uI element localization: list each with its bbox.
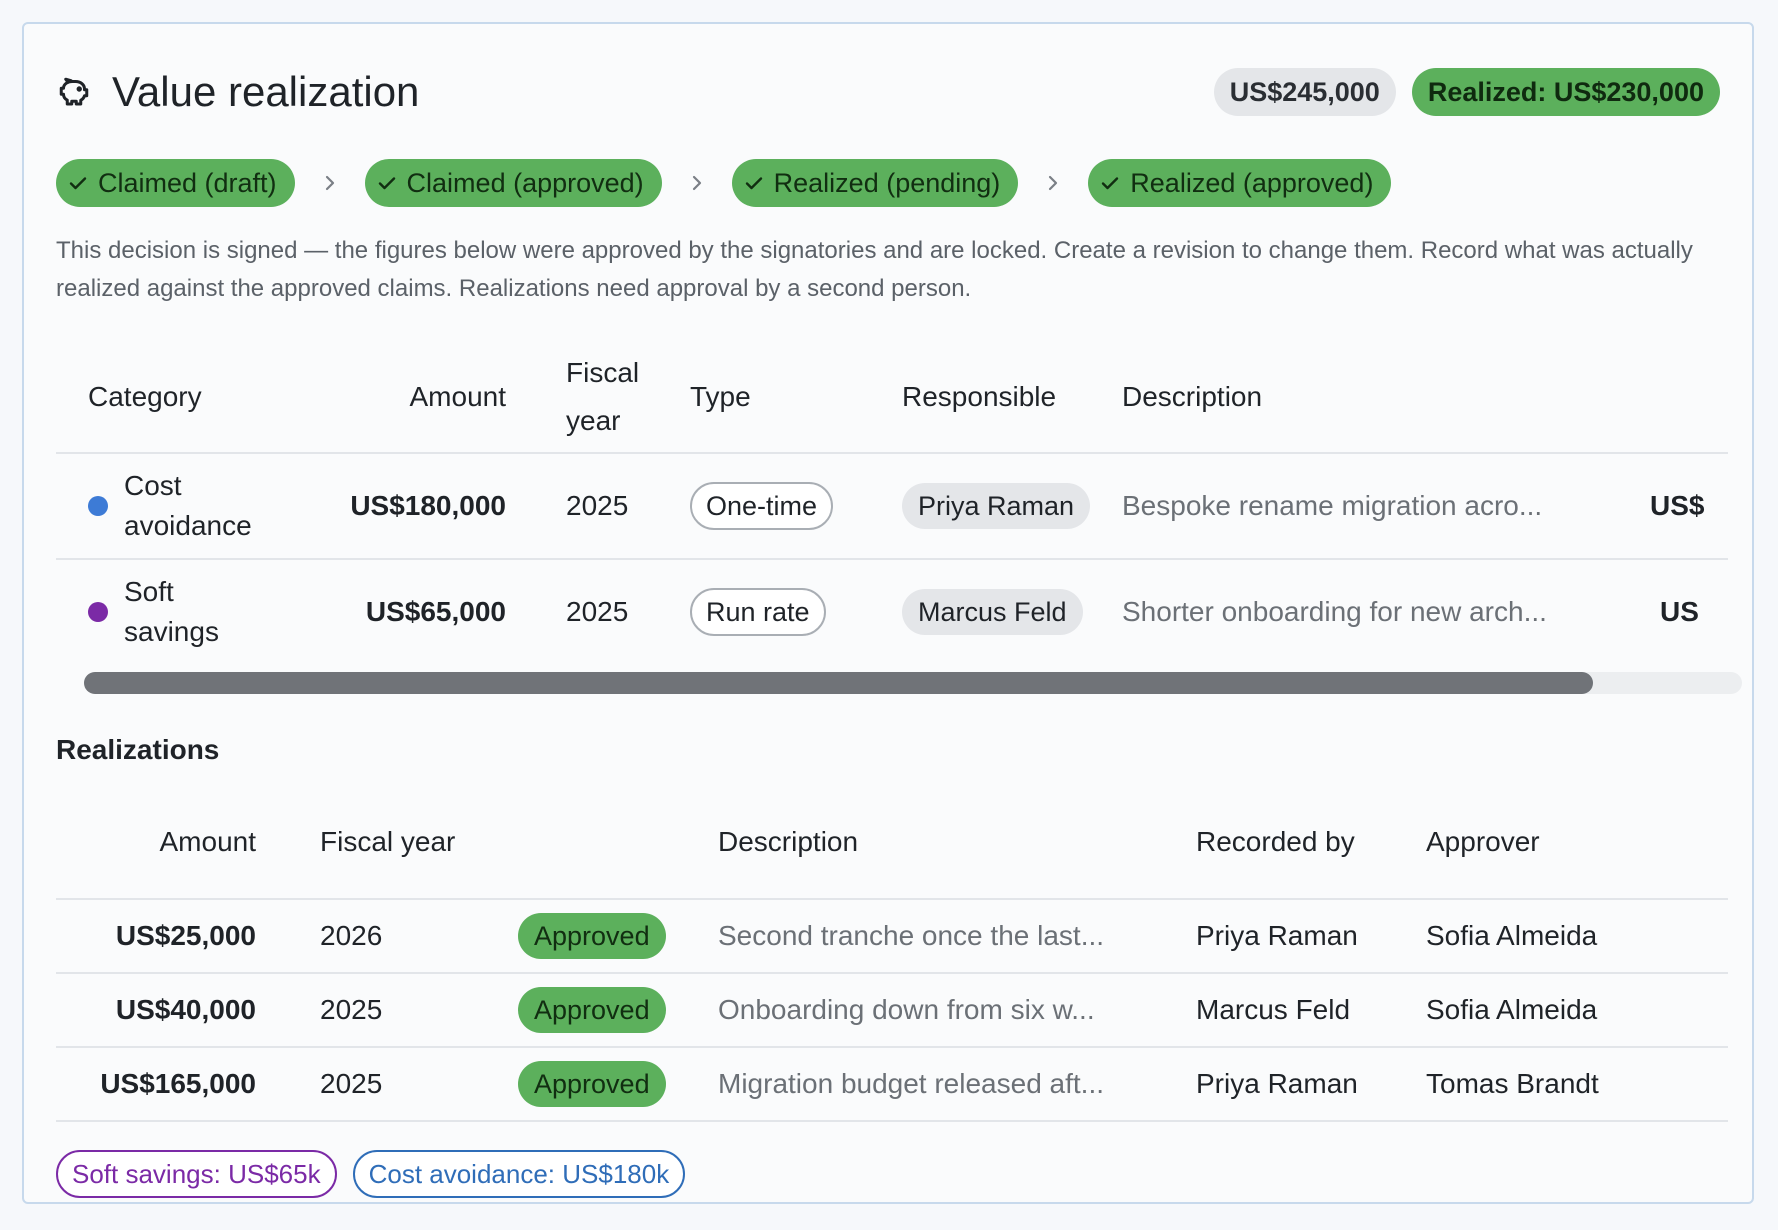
chevron-right-icon — [662, 173, 732, 193]
stage-label: Realized (approved) — [1130, 168, 1374, 198]
description-cell: Second tranche once the last... — [718, 899, 1196, 974]
fiscal-year-cell: 2025 — [320, 973, 518, 1048]
approver-cell: Sofia Almeida — [1426, 899, 1728, 974]
type-badge: One-time — [690, 482, 834, 530]
stage-label: Claimed (approved) — [406, 168, 644, 198]
column-header-responsible: Responsible — [902, 342, 1122, 454]
status-cell: Approved — [518, 973, 718, 1048]
status-cell: Approved — [518, 899, 718, 974]
realizations-heading: Realizations — [56, 734, 220, 765]
claim-row[interactable]: Cost avoidance US$180,000 2025 One-time … — [56, 453, 1728, 560]
column-header-description: Description — [718, 786, 1196, 900]
description-cell: Bespoke rename migration acro... — [1122, 453, 1636, 560]
description-cell: Migration budget released aft... — [718, 1047, 1196, 1122]
claims-header-row: Category Amount Fiscal year Type Respons… — [56, 342, 1728, 454]
column-header-approver: Approver — [1426, 786, 1728, 900]
realizations-table: Amount Fiscal year Description Recorded … — [56, 786, 1728, 1122]
legend-soft-savings: Soft savings: US$65k — [56, 1150, 337, 1198]
amount-cell: US$25,000 — [56, 899, 256, 974]
check-icon — [745, 177, 762, 190]
check-icon — [69, 177, 87, 190]
check-icon — [1102, 177, 1119, 190]
description-cell: Onboarding down from six w... — [718, 973, 1196, 1048]
description-cell: Shorter onboarding for new arch... — [1122, 559, 1636, 664]
category-cell: Cost avoidance — [56, 453, 316, 560]
total-claimed-badge: US$245,000 — [1213, 68, 1396, 116]
status-badge: Approved — [518, 913, 666, 959]
category-dot — [88, 602, 108, 622]
stage-realized-approved: Realized (approved) — [1088, 159, 1392, 207]
column-header-status — [518, 786, 718, 900]
legend-cost-avoidance: Cost avoidance: US$180k — [352, 1150, 686, 1198]
overflow-cell: US — [1636, 559, 1728, 664]
column-header-category: Category — [56, 342, 316, 454]
amount-cell: US$180,000 — [316, 453, 506, 560]
column-header-amount: Amount — [316, 342, 506, 454]
fiscal-year-cell: 2025 — [566, 559, 690, 664]
realization-row[interactable]: US$165,000 2025 Approved Migration budge… — [56, 1047, 1728, 1122]
stage-label: Claimed (draft) — [98, 168, 277, 198]
column-header-recorded-by: Recorded by — [1196, 786, 1426, 900]
amount-cell: US$165,000 — [56, 1047, 256, 1122]
horizontal-scrollbar[interactable] — [84, 672, 1742, 694]
category-dot — [88, 496, 108, 516]
column-header-amount: Amount — [56, 786, 256, 900]
recorded-by-cell: Priya Raman — [1196, 899, 1426, 974]
fiscal-year-cell: 2025 — [566, 453, 690, 560]
piggy-bank-icon — [59, 77, 89, 106]
totals-group: US$245,000 Realized: US$230,000 — [1213, 68, 1720, 116]
status-badge: Approved — [518, 987, 666, 1033]
type-cell: One-time — [690, 453, 902, 560]
amount-cell: US$40,000 — [56, 973, 256, 1048]
recorded-by-cell: Priya Raman — [1196, 1047, 1426, 1122]
approver-cell: Sofia Almeida — [1426, 973, 1728, 1048]
stage-claimed-approved: Claimed (approved) — [364, 159, 662, 207]
column-header-fiscal-year: Fiscal year — [566, 342, 690, 454]
type-badge: Run rate — [690, 588, 826, 636]
page-title: Value realization — [112, 68, 420, 115]
fiscal-year-cell: 2026 — [320, 899, 518, 974]
total-realized-badge: Realized: US$230,000 — [1411, 68, 1720, 116]
category-label: Soft savings — [124, 576, 219, 647]
chevron-right-icon — [1018, 173, 1088, 193]
column-header-type: Type — [690, 342, 902, 454]
responsible-cell: Priya Raman — [902, 453, 1122, 560]
overflow-cell: US$ — [1636, 453, 1728, 560]
category-cell: Soft savings — [56, 559, 316, 664]
realizations-header-row: Amount Fiscal year Description Recorded … — [56, 786, 1728, 900]
stage-claimed-draft: Claimed (draft) — [56, 159, 295, 207]
responsible-cell: Marcus Feld — [902, 559, 1122, 664]
status-badge: Approved — [518, 1061, 666, 1107]
category-label: Cost avoidance — [124, 470, 252, 541]
card-header: Value realization US$245,000 Realized: U… — [56, 62, 1720, 122]
scrollbar-thumb[interactable] — [84, 672, 1593, 694]
stage-realized-pending: Realized (pending) — [731, 159, 1019, 207]
responsible-badge: Priya Raman — [902, 483, 1091, 529]
category-legend: Soft savings: US$65k Cost avoidance: US$… — [56, 1150, 686, 1198]
check-icon — [378, 177, 395, 190]
amount-cell: US$65,000 — [316, 559, 506, 664]
signed-decision-note: This decision is signed — the figures be… — [56, 237, 1693, 302]
value-realization-card: Value realization US$245,000 Realized: U… — [22, 22, 1754, 1204]
claim-row[interactable]: Soft savings US$65,000 2025 Run rate Mar… — [56, 559, 1728, 664]
column-header-description: Description — [1122, 342, 1636, 454]
claims-table: Category Amount Fiscal year Type Respons… — [56, 342, 1728, 664]
responsible-badge: Marcus Feld — [902, 589, 1083, 635]
recorded-by-cell: Marcus Feld — [1196, 973, 1426, 1048]
realizations-table-wrap: Amount Fiscal year Description Recorded … — [56, 786, 1728, 1122]
realization-row[interactable]: US$25,000 2026 Approved Second tranche o… — [56, 899, 1728, 974]
status-cell: Approved — [518, 1047, 718, 1122]
column-header-fiscal-year: Fiscal year — [320, 786, 518, 900]
stage-label: Realized (pending) — [773, 168, 1001, 198]
type-cell: Run rate — [690, 559, 902, 664]
stage-tracker: Claimed (draft) Claimed (approved) Reali… — [56, 159, 1392, 207]
approver-cell: Tomas Brandt — [1426, 1047, 1728, 1122]
title-group: Value realization — [56, 62, 419, 122]
claims-table-scroll[interactable]: Category Amount Fiscal year Type Respons… — [56, 342, 1728, 664]
fiscal-year-cell: 2025 — [320, 1047, 518, 1122]
realization-row[interactable]: US$40,000 2025 Approved Onboarding down … — [56, 973, 1728, 1048]
chevron-right-icon — [295, 173, 365, 193]
